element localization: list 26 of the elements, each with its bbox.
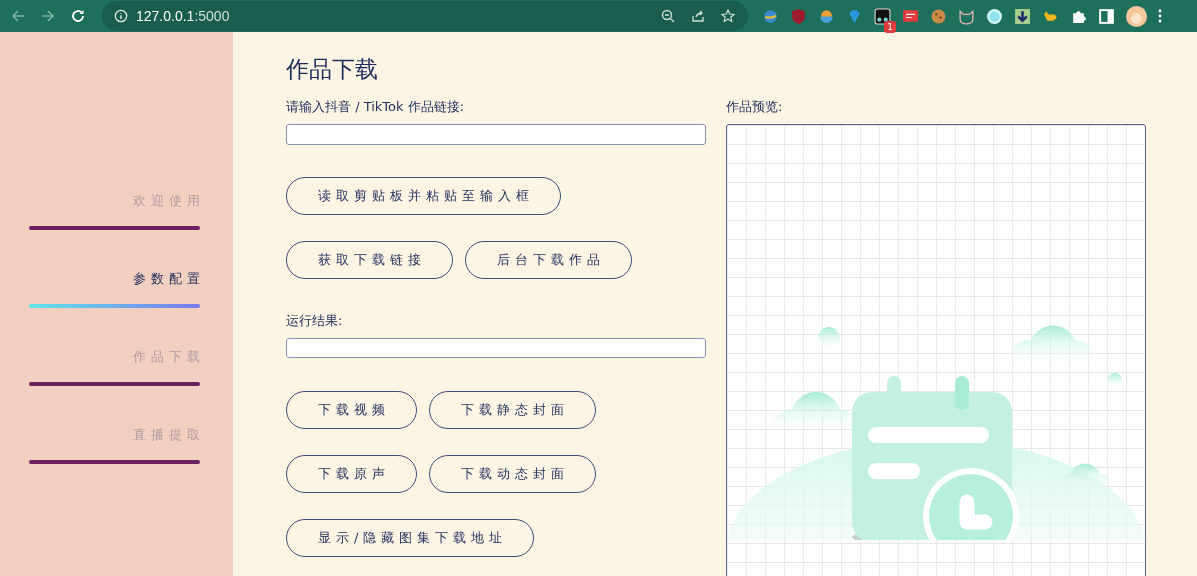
forward-arrow-icon[interactable] [40, 8, 56, 24]
reload-icon[interactable] [70, 8, 86, 24]
square-app-icon[interactable] [874, 7, 891, 25]
zoom-out-icon[interactable] [660, 8, 676, 24]
result-field[interactable] [286, 337, 706, 358]
field-label: 请输入抖音 / TikTok 作品链接: [286, 98, 466, 116]
link-input-field[interactable] [286, 124, 706, 145]
star-icon[interactable] [720, 8, 736, 24]
address-bar[interactable]: 127.0.0.1:5000 [102, 1, 748, 31]
cat-face-icon[interactable] [958, 7, 975, 25]
field-label: 运行结果: [286, 311, 344, 330]
share-icon[interactable] [690, 8, 706, 24]
download-icon[interactable] [1014, 7, 1031, 25]
side-panel-icon[interactable] [1098, 7, 1115, 25]
note-icon[interactable] [902, 7, 919, 25]
info-icon [114, 9, 128, 23]
preview-label: 作品预览: [726, 98, 784, 116]
sidebar-item[interactable]: 参数配置 [133, 269, 205, 289]
globe-icon[interactable] [762, 7, 779, 25]
page-title: 作品下载 [286, 55, 379, 84]
circle-icon[interactable] [986, 7, 1003, 25]
back-arrow-icon[interactable] [10, 8, 26, 24]
url-text: 127.0.0.1:5000 [136, 8, 230, 24]
avatar-icon[interactable] [1126, 5, 1147, 27]
bowl-icon[interactable] [818, 7, 835, 25]
menu-icon[interactable] [1158, 8, 1162, 24]
